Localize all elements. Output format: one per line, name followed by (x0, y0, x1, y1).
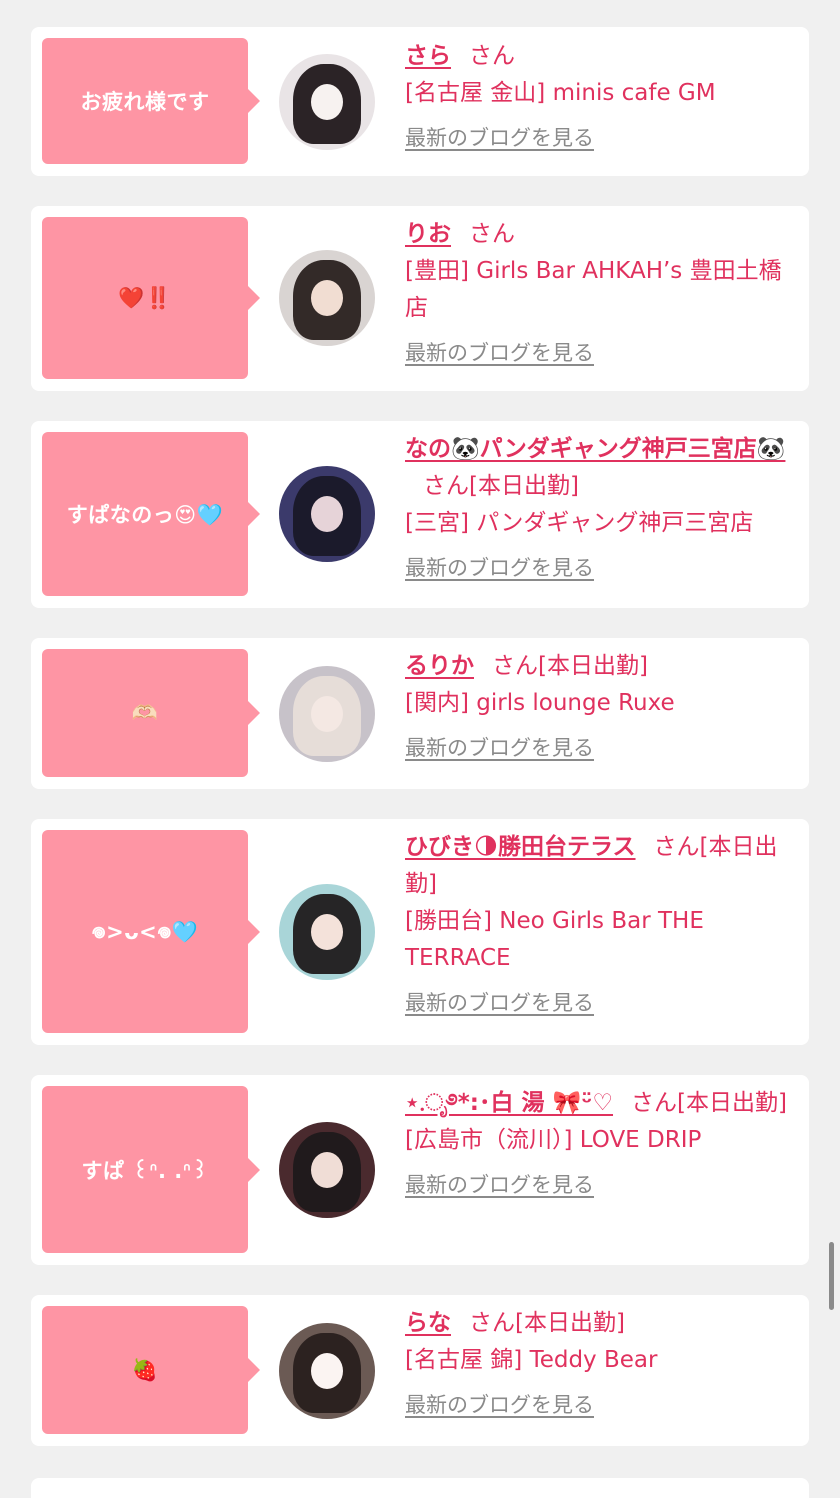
name-line: ひびき🌗勝田台テラス さん[本日出勤] (405, 829, 789, 903)
blog-feed: お疲れ様です さら さん [名古屋 金山] minis cafe GM 最新のブロ… (31, 27, 809, 1476)
blog-card: お疲れ様です さら さん [名古屋 金山] minis cafe GM 最新のブロ… (31, 27, 809, 176)
message-bubble-wrap: すぱなのっ😍🩵 (42, 432, 248, 596)
blog-card: 🍓 らな さん[本日出勤] [名古屋 錦] Teddy Bear 最新のブログを見… (31, 1295, 809, 1446)
cast-name-link[interactable]: らな (405, 1310, 451, 1336)
blog-card: 🫶🏻 るりか さん[本日出勤] [関内] girls lounge Ruxe 最新… (31, 638, 809, 789)
message-bubble: すぱなのっ😍🩵 (42, 432, 248, 596)
latest-blog-link[interactable]: 最新のブログを見る (405, 550, 789, 587)
shop-label: [名古屋 金山] minis cafe GM (405, 80, 716, 106)
message-bubble-wrap: 🍓 (42, 1306, 248, 1434)
blog-card: 𖦹>ᴗ<𖦹🩵 ひびき🌗勝田台テラス さん[本日出勤] [勝田台] Neo Girl… (31, 819, 809, 1045)
honorific: さん (469, 221, 515, 247)
honorific: さん[本日出勤] (423, 473, 579, 499)
avatar[interactable] (279, 1323, 375, 1419)
shop-label: [関内] girls lounge Ruxe (405, 690, 675, 716)
cast-info: さら さん [名古屋 金山] minis cafe GM 最新のブログを見る (405, 38, 789, 157)
shop-label: [三宮] パンダギャング神戸三宮店 (405, 510, 754, 536)
name-line: りお さん (405, 216, 789, 253)
latest-blog-link[interactable]: 最新のブログを見る (405, 1167, 789, 1204)
honorific: さん[本日出勤] (631, 1090, 787, 1116)
honorific: さん[本日出勤] (492, 653, 648, 679)
cast-info: りお さん [豊田] Girls Bar AHKAH’s 豊田土橋店 最新のブログ… (405, 216, 789, 372)
cast-name-link[interactable]: ひびき🌗勝田台テラス (405, 834, 636, 860)
message-bubble: すぱ ꒰ᐢ. .ᐢ꒱ (42, 1086, 248, 1253)
name-line: さら さん (405, 38, 789, 75)
message-bubble-wrap: 𖦹>ᴗ<𖦹🩵 (42, 830, 248, 1033)
cast-name-link[interactable]: さら (405, 43, 451, 69)
honorific: さん (469, 43, 515, 69)
cast-name-link[interactable]: るりか (405, 653, 474, 679)
message-bubble: お疲れ様です (42, 38, 248, 164)
message-bubble: ❤️‼️ (42, 217, 248, 379)
shop-label: [名古屋 錦] Teddy Bear (405, 1347, 658, 1373)
latest-blog-link[interactable]: 最新のブログを見る (405, 120, 789, 157)
avatar[interactable] (279, 666, 375, 762)
message-bubble: 🫶🏻 (42, 649, 248, 777)
scrollbar[interactable] (829, 1242, 834, 1310)
cast-info: ⋆.ೃ࿔*:･白 湯 🎀ᵕ̈♡ さん[本日出勤] [広島市（流川）] LOVE D… (405, 1085, 789, 1204)
name-line: らな さん[本日出勤] (405, 1305, 789, 1342)
message-bubble-wrap: すぱ ꒰ᐢ. .ᐢ꒱ (42, 1086, 248, 1253)
name-line: なの🐼パンダギャング神戸三宮店🐼 さん[本日出勤] (405, 431, 789, 505)
avatar[interactable] (279, 250, 375, 346)
blog-card: すぱ ꒰ᐢ. .ᐢ꒱ ⋆.ೃ࿔*:･白 湯 🎀ᵕ̈♡ さん[本日出勤] [広島市（… (31, 1075, 809, 1265)
avatar[interactable] (279, 884, 375, 980)
latest-blog-link[interactable]: 最新のブログを見る (405, 730, 789, 767)
message-bubble: 𖦹>ᴗ<𖦹🩵 (42, 830, 248, 1033)
message-bubble-wrap: お疲れ様です (42, 38, 248, 164)
blog-card: ❤️‼️ りお さん [豊田] Girls Bar AHKAH’s 豊田土橋店 最… (31, 206, 809, 391)
cast-name-link[interactable]: りお (405, 221, 451, 247)
latest-blog-link[interactable]: 最新のブログを見る (405, 985, 789, 1022)
cast-name-link[interactable]: ⋆.ೃ࿔*:･白 湯 🎀ᵕ̈♡ (405, 1090, 613, 1116)
latest-blog-link[interactable]: 最新のブログを見る (405, 1387, 789, 1424)
latest-blog-link[interactable]: 最新のブログを見る (405, 335, 789, 372)
message-bubble-wrap: ❤️‼️ (42, 217, 248, 379)
name-line: ⋆.ೃ࿔*:･白 湯 🎀ᵕ̈♡ さん[本日出勤] (405, 1085, 789, 1122)
cast-info: らな さん[本日出勤] [名古屋 錦] Teddy Bear 最新のブログを見る (405, 1305, 789, 1424)
cast-info: なの🐼パンダギャング神戸三宮店🐼 さん[本日出勤] [三宮] パンダギャング神戸三… (405, 431, 789, 587)
cast-info: ひびき🌗勝田台テラス さん[本日出勤] [勝田台] Neo Girls Bar T… (405, 829, 789, 1022)
message-bubble-wrap: 🫶🏻 (42, 649, 248, 777)
avatar[interactable] (279, 466, 375, 562)
name-line: るりか さん[本日出勤] (405, 648, 789, 685)
shop-label: [広島市（流川）] LOVE DRIP (405, 1127, 702, 1153)
avatar[interactable] (279, 1122, 375, 1218)
blog-card: すぱなのっ😍🩵 なの🐼パンダギャング神戸三宮店🐼 さん[本日出勤] [三宮] パン… (31, 421, 809, 608)
shop-label: [勝田台] Neo Girls Bar THE TERRACE (405, 908, 704, 971)
blog-card (31, 1478, 809, 1498)
message-bubble: 🍓 (42, 1306, 248, 1434)
cast-info: るりか さん[本日出勤] [関内] girls lounge Ruxe 最新のブロ… (405, 648, 789, 767)
avatar[interactable] (279, 54, 375, 150)
cast-name-link[interactable]: なの🐼パンダギャング神戸三宮店🐼 (405, 436, 785, 462)
shop-label: [豊田] Girls Bar AHKAH’s 豊田土橋店 (405, 258, 782, 321)
honorific: さん[本日出勤] (469, 1310, 625, 1336)
